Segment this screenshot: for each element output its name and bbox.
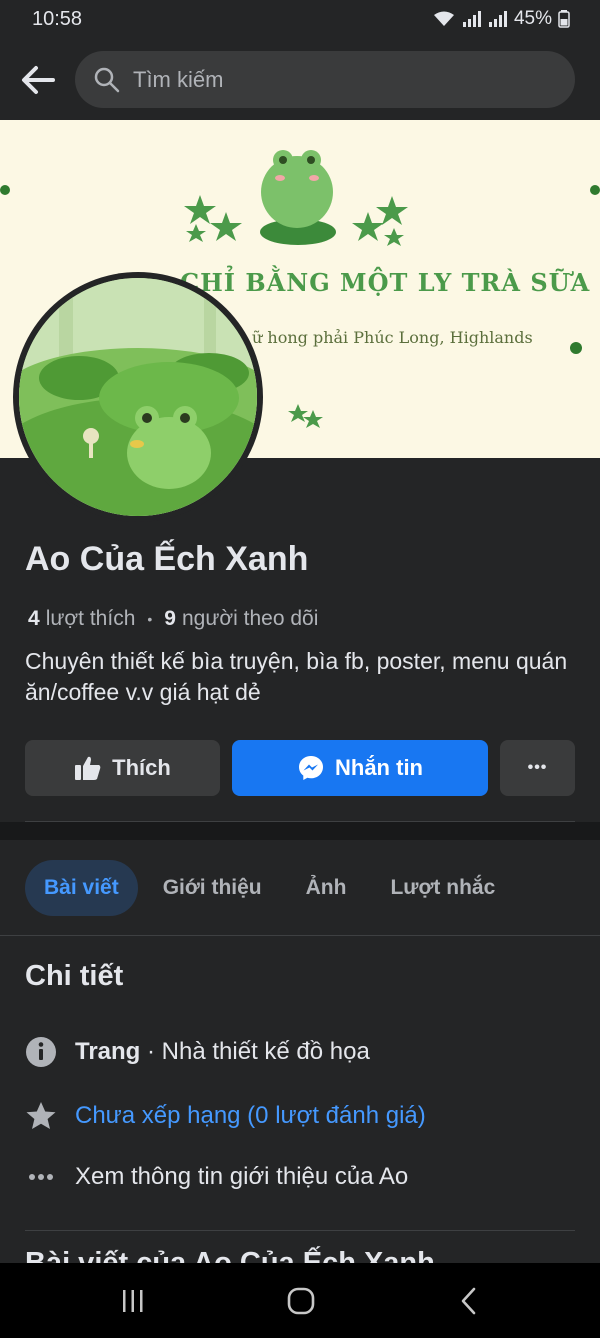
system-nav-bar [0,1263,600,1338]
detail-see-more[interactable]: Xem thông tin giới thiệu của Ao [25,1161,408,1193]
page-stats: 4 lượt thích • 9 người theo dõi [28,607,318,631]
battery-percent: 45% [513,8,552,29]
tab-about[interactable]: Giới thiệu [144,860,281,916]
page-name: Ao Của Ếch Xanh [25,540,309,578]
search-icon [94,67,120,92]
detail-category: Trang · Nhà thiết kế đồ họa [25,1036,370,1068]
back-nav-button[interactable] [449,1285,489,1317]
message-button-label: Nhắn tin [335,755,423,780]
more-icon: ••• [527,759,548,776]
home-icon [287,1287,315,1315]
divider [25,1230,575,1231]
page-tabs: Bài viết Giới thiệu Ảnh Lượt nhắc [25,860,520,916]
likes-count: 4 [28,607,40,630]
see-more-label: Xem thông tin giới thiệu của Ao [75,1163,409,1190]
tab-photos[interactable]: Ảnh [287,860,366,916]
thumbs-up-icon [75,756,101,780]
info-icon [25,1036,57,1068]
frog-avatar-illustration [19,278,257,516]
search-bar[interactable] [75,51,575,108]
back-chevron-icon [461,1287,476,1315]
tabs-divider [0,935,600,936]
followers-count: 9 [164,607,176,630]
like-button-label: Thích [112,755,171,780]
category-label: Trang [75,1038,141,1065]
avatar-image [19,278,257,516]
star-icon [25,1100,57,1132]
detail-rating[interactable]: Chưa xếp hạng (0 lượt đánh giá) [25,1100,426,1132]
more-dots-icon [25,1161,57,1193]
back-arrow-icon [22,66,55,94]
signal-icon-2 [488,11,507,27]
search-input[interactable] [133,66,533,93]
page-bio: Chuyên thiết kế bìa truyện, bìa fb, post… [25,648,568,705]
cover-headline: CHỈ BẰNG MỘT LY TRÀ SỮA [180,268,591,297]
cover-subline: ữ hong phải Phúc Long, Highlands [252,328,533,347]
back-button[interactable] [18,60,58,100]
tab-posts[interactable]: Bài viết [25,860,138,916]
likes-label: lượt thích [45,607,136,630]
rating-link[interactable]: Chưa xếp hạng (0 lượt đánh giá) [75,1102,426,1130]
home-button[interactable] [281,1285,321,1317]
message-button[interactable]: Nhắn tin [232,740,488,796]
like-button[interactable]: Thích [25,740,220,796]
status-icons: 45% [432,8,570,30]
status-time: 10:58 [32,8,83,30]
profile-avatar[interactable] [13,272,263,522]
battery-icon [558,10,570,28]
stats-separator: • [147,611,153,627]
signal-icon [462,11,481,27]
recent-apps-button[interactable] [113,1285,153,1317]
details-title: Chi tiết [25,960,124,992]
more-options-button[interactable]: ••• [500,740,575,796]
wifi-icon [433,11,454,26]
status-bar: 10:58 45% [0,0,600,40]
messenger-icon [299,756,323,780]
action-buttons: Thích Nhắn tin ••• [25,740,575,796]
recent-apps-icon [123,1290,143,1312]
section-gap [0,822,600,840]
followers-label: người theo dõi [181,607,319,630]
top-bar [0,40,600,120]
tab-mentions[interactable]: Lượt nhắc [371,860,514,916]
category-value: · Nhà thiết kế đồ họa [140,1038,370,1065]
